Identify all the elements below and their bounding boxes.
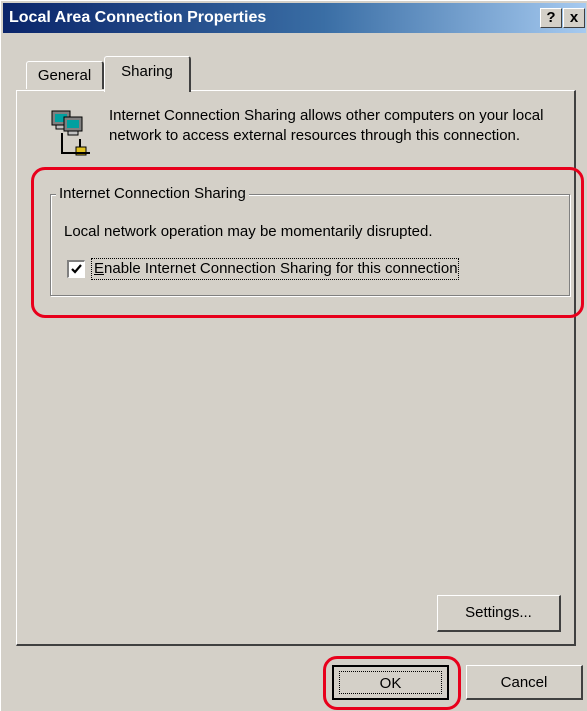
sharing-description: Internet Connection Sharing allows other… <box>109 107 544 144</box>
checkmark-icon <box>71 264 82 274</box>
help-button[interactable]: ? <box>540 8 562 28</box>
window-title: Local Area Connection Properties <box>9 9 267 26</box>
enable-ics-checkbox[interactable] <box>67 260 85 278</box>
ok-focus-rect <box>339 671 442 694</box>
settings-label-accel: g <box>503 604 512 621</box>
enable-ics-accel: E <box>94 260 105 277</box>
ok-button[interactable]: OK <box>332 665 449 700</box>
enable-ics-label[interactable]: Enable Internet Connection Sharing for t… <box>91 258 459 280</box>
disruption-note: Local network operation may be momentari… <box>64 223 433 240</box>
sharing-tab-panel <box>16 90 576 646</box>
network-connection-icon <box>51 110 90 156</box>
tab-sharing[interactable]: Sharing <box>104 56 191 92</box>
settings-label-suffix: s... <box>511 604 532 621</box>
enable-ics-label-text: nable Internet Connection Sharing for th… <box>104 260 458 277</box>
close-button[interactable]: x <box>563 8 585 28</box>
cancel-button[interactable]: Cancel <box>466 665 583 700</box>
ics-groupbox <box>50 194 570 296</box>
properties-dialog: Local Area Connection Properties ? x Gen… <box>0 0 587 711</box>
settings-label-prefix: Settin <box>465 604 504 621</box>
ics-group-legend: Internet Connection Sharing <box>56 185 249 203</box>
title-bar[interactable]: Local Area Connection Properties ? x <box>3 3 586 33</box>
tab-general[interactable]: General <box>26 61 104 89</box>
settings-button[interactable]: Settings... <box>437 595 561 632</box>
